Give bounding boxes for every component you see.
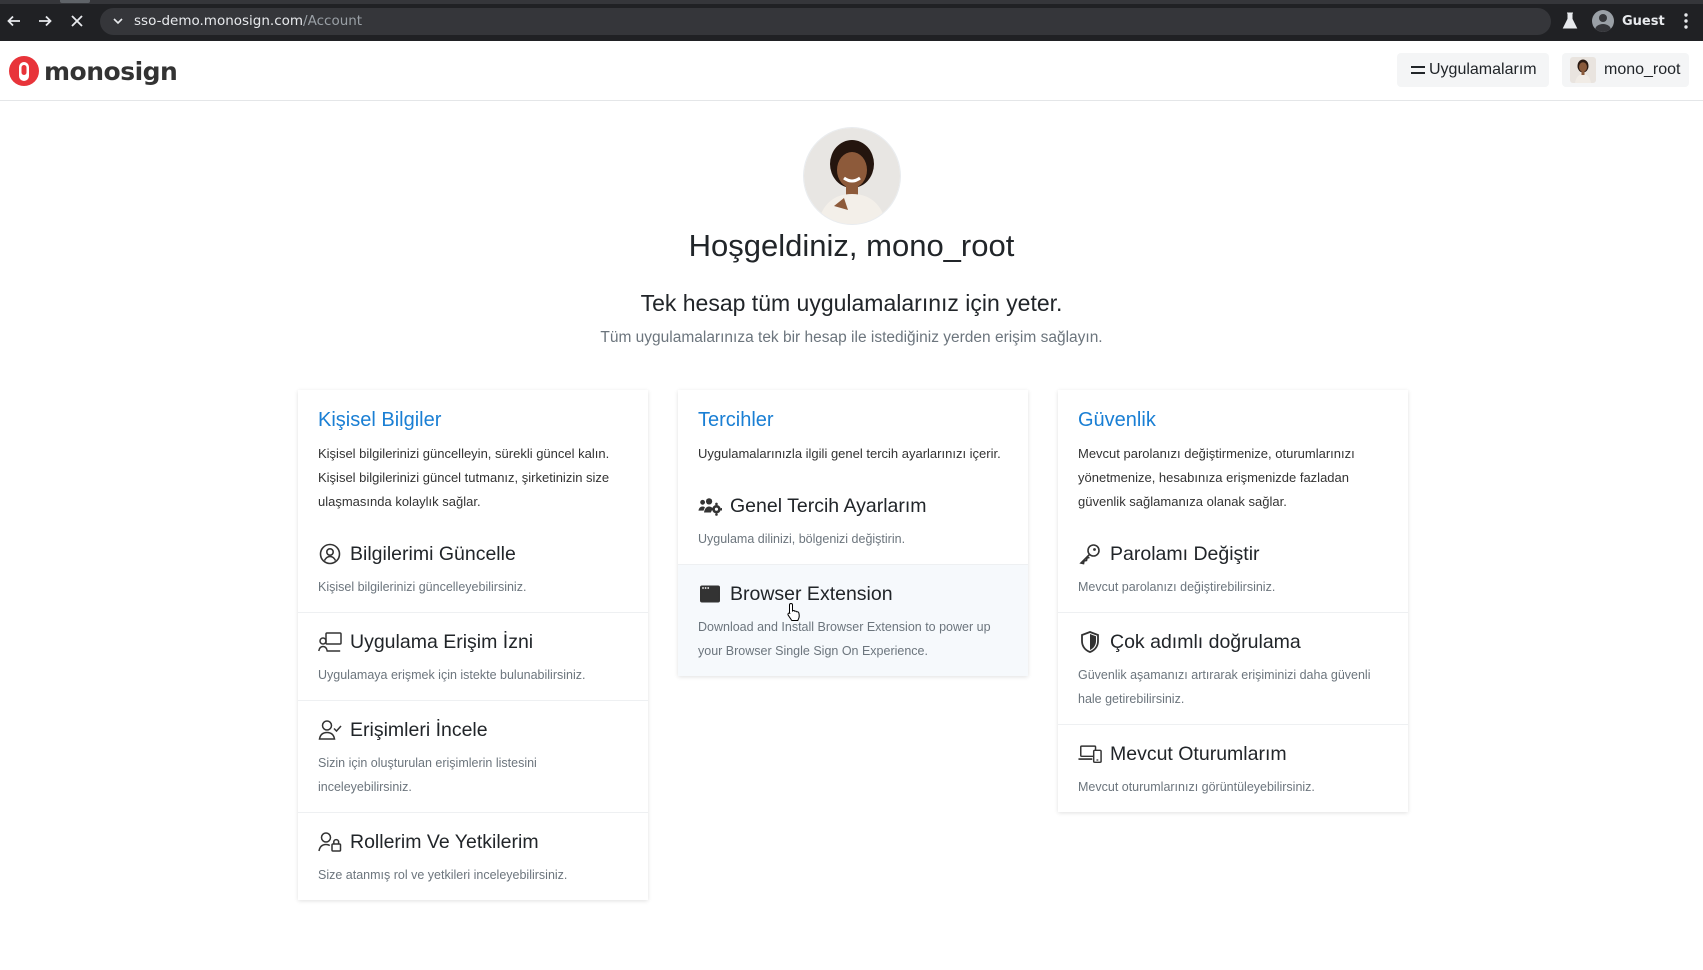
user-name: mono_root bbox=[1604, 61, 1681, 78]
user-circle-icon bbox=[318, 542, 342, 566]
card-title[interactable]: Güvenlik bbox=[1078, 409, 1388, 432]
profile-label: Guest bbox=[1622, 13, 1665, 29]
profile-icon bbox=[1592, 10, 1614, 32]
item-description: Sizin için oluşturulan erişimlerin liste… bbox=[318, 756, 537, 794]
item-title: Browser Extension bbox=[730, 582, 893, 605]
profile-photo bbox=[804, 128, 900, 224]
general-preferences-item[interactable]: Genel Tercih Ayarlarım Uygulama dilinizi… bbox=[678, 477, 1028, 564]
menu-lines-icon bbox=[1411, 65, 1425, 75]
item-title: Uygulama Erişim İzni bbox=[350, 630, 534, 653]
item-title: Erişimleri İncele bbox=[350, 718, 488, 741]
item-title: Çok adımlı doğrulama bbox=[1110, 630, 1301, 653]
profile-button[interactable]: Guest bbox=[1592, 9, 1665, 33]
user-menu-button[interactable]: mono_root bbox=[1562, 53, 1689, 87]
address-bar[interactable]: sso-demo.monosign.com/Account bbox=[100, 8, 1551, 35]
users-cog-icon bbox=[698, 494, 722, 518]
kebab-menu-icon[interactable] bbox=[1683, 12, 1689, 30]
browser-extension-item[interactable]: Browser Extension Download and Install B… bbox=[678, 564, 1028, 676]
stop-icon[interactable] bbox=[65, 9, 89, 33]
item-title: Mevcut Oturumlarım bbox=[1110, 742, 1287, 765]
item-title: Genel Tercih Ayarlarım bbox=[730, 494, 927, 517]
card-title[interactable]: Kişisel Bilgiler bbox=[318, 409, 628, 432]
card-title[interactable]: Tercihler bbox=[698, 409, 1008, 432]
item-description: Güvenlik aşamanızı artırarak erişiminizi… bbox=[1078, 668, 1371, 706]
subtagline: Tüm uygulamalarınıza tek bir hesap ile i… bbox=[600, 329, 1103, 346]
mfa-item[interactable]: Çok adımlı doğrulama Güvenlik aşamanızı … bbox=[1058, 612, 1408, 724]
item-description: Kişisel bilgilerinizi güncelleyebilirsin… bbox=[318, 580, 527, 594]
item-description: Mevcut oturumlarınızı görüntüleyebilirsi… bbox=[1078, 780, 1315, 794]
url-text[interactable]: sso-demo.monosign.com/Account bbox=[134, 13, 362, 29]
item-description: Size atanmış rol ve yetkileri inceleyebi… bbox=[318, 868, 568, 882]
item-description: Mevcut parolanızı değiştirebilirsiniz. bbox=[1078, 580, 1276, 594]
url-path: /Account bbox=[303, 13, 363, 29]
devices-icon bbox=[1078, 742, 1102, 766]
browser-toolbar: sso-demo.monosign.com/Account Guest bbox=[0, 0, 1703, 41]
labs-icon[interactable] bbox=[1562, 12, 1578, 30]
back-icon[interactable] bbox=[2, 9, 26, 33]
browser-window-icon bbox=[698, 582, 722, 606]
app-access-icon bbox=[318, 630, 342, 654]
user-lock-icon bbox=[318, 830, 342, 854]
change-password-item[interactable]: Parolamı Değiştir Mevcut parolanızı deği… bbox=[1058, 525, 1408, 612]
personal-info-card: Kişisel Bilgiler Kişisel bilgilerinizi g… bbox=[298, 390, 648, 900]
tagline: Tek hesap tüm uygulamalarınız için yeter… bbox=[640, 290, 1063, 316]
item-title: Bilgilerimi Güncelle bbox=[350, 542, 516, 565]
my-apps-label: Uygulamalarım bbox=[1429, 61, 1537, 78]
card-description: Kişisel bilgilerinizi güncelleyin, sürek… bbox=[318, 446, 610, 509]
my-apps-button[interactable]: Uygulamalarım bbox=[1397, 53, 1549, 87]
item-title: Rollerim Ve Yetkilerim bbox=[350, 830, 539, 853]
update-info-item[interactable]: Bilgilerimi Güncelle Kişisel bilgilerini… bbox=[298, 525, 648, 612]
tab-strip bbox=[0, 0, 1703, 4]
welcome-heading: Hoşgeldiniz, mono_root bbox=[688, 228, 1015, 263]
shield-icon bbox=[1078, 630, 1102, 654]
app-access-request-item[interactable]: Uygulama Erişim İzni Uygulamaya erişmek … bbox=[298, 612, 648, 700]
active-tab-indicator bbox=[60, 0, 90, 3]
user-check-icon bbox=[318, 718, 342, 742]
card-description: Uygulamalarınızla ilgili genel tercih ay… bbox=[698, 446, 1001, 461]
key-icon bbox=[1078, 542, 1102, 566]
forward-icon[interactable] bbox=[33, 9, 57, 33]
item-title: Parolamı Değiştir bbox=[1110, 542, 1260, 565]
url-host: sso-demo.monosign.com bbox=[134, 13, 304, 29]
item-description: Download and Install Browser Extension t… bbox=[698, 620, 991, 658]
item-description: Uygulamaya erişmek için istekte bulunabi… bbox=[318, 668, 586, 682]
item-description: Uygulama dilinizi, bölgenizi değiştirin. bbox=[698, 532, 906, 546]
security-card: Güvenlik Mevcut parolanızı değiştirmeniz… bbox=[1058, 390, 1408, 812]
active-sessions-item[interactable]: Mevcut Oturumlarım Mevcut oturumlarınızı… bbox=[1058, 724, 1408, 812]
review-access-item[interactable]: Erişimleri İncele Sizin için oluşturulan… bbox=[298, 700, 648, 812]
monosign-logo[interactable]: monosign bbox=[8, 55, 178, 87]
roles-permissions-item[interactable]: Rollerim Ve Yetkilerim Size atanmış rol … bbox=[298, 812, 648, 900]
app-header: monosign Uygulamalarım mono_root bbox=[0, 41, 1703, 101]
hand-cursor-icon bbox=[787, 602, 800, 621]
user-avatar bbox=[1570, 57, 1596, 83]
chevron-down-icon[interactable] bbox=[110, 13, 126, 29]
preferences-card: Tercihler Uygulamalarınızla ilgili genel… bbox=[678, 390, 1028, 676]
card-description: Mevcut parolanızı değiştirmenize, oturum… bbox=[1078, 446, 1355, 509]
logo-text: monosign bbox=[44, 56, 178, 86]
logo-mark-icon bbox=[9, 56, 39, 86]
